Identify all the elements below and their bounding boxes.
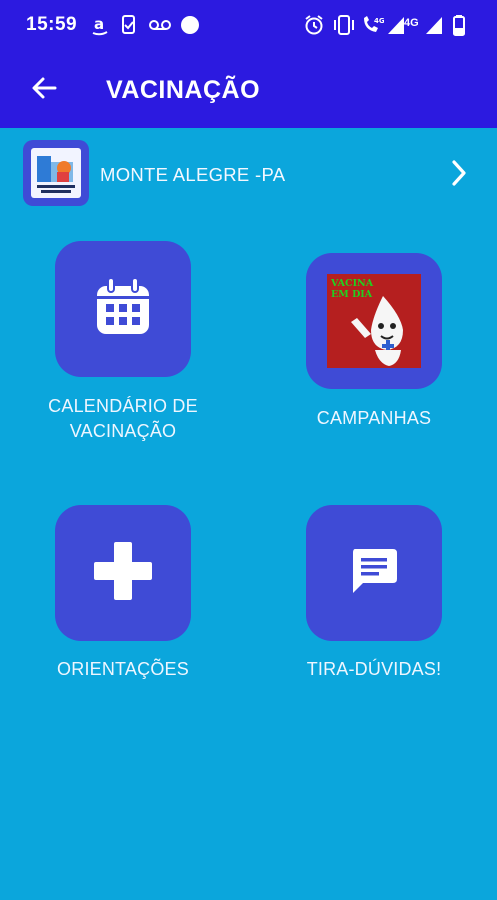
calendar-icon: [93, 276, 153, 343]
circle-notification-icon: [180, 14, 200, 36]
faq-label: TIRA-DÚVIDAS!: [306, 659, 442, 679]
app-bar: VACINAÇÃO: [0, 52, 497, 128]
wifi-call-icon: 4G: [360, 14, 384, 36]
location-selector[interactable]: MONTE ALEGRE -PA: [0, 136, 497, 210]
message-icon: [349, 547, 399, 600]
campaigns-label: CAMPANHAS: [316, 408, 432, 428]
battery-icon: [452, 14, 466, 36]
location-name: MONTE ALEGRE -PA: [100, 164, 286, 185]
signal-icon: [424, 14, 444, 36]
guidelines-button[interactable]: [55, 505, 191, 641]
svg-text:a: a: [94, 15, 104, 33]
voicemail-icon: [148, 14, 172, 36]
calendar-label: CALENDÁRIO DE VACINAÇÃO: [48, 396, 198, 441]
campaigns-button[interactable]: VACINA EM DIA: [306, 253, 442, 389]
guidelines-label: ORIENTAÇÕES: [57, 659, 189, 679]
signal-icon: [386, 14, 406, 36]
alarm-icon: [303, 14, 325, 36]
page-title: VACINAÇÃO: [106, 76, 261, 104]
svg-text:4G: 4G: [374, 17, 384, 25]
network-type: 4G: [404, 17, 419, 29]
chevron-right-icon[interactable]: [444, 156, 474, 190]
amazon-icon: a: [92, 14, 108, 36]
plus-icon: [92, 540, 154, 607]
device-check-icon: [120, 14, 138, 36]
municipality-logo: [23, 140, 89, 206]
status-bar: 15:59 a 4G 4G: [0, 0, 497, 52]
arrow-left-icon: [31, 76, 57, 105]
vibrate-icon: [332, 14, 356, 36]
campaign-image: VACINA EM DIA: [327, 274, 421, 368]
calendar-button[interactable]: [55, 241, 191, 377]
back-button[interactable]: [18, 66, 70, 114]
faq-button[interactable]: [306, 505, 442, 641]
status-time: 15:59: [26, 14, 78, 35]
